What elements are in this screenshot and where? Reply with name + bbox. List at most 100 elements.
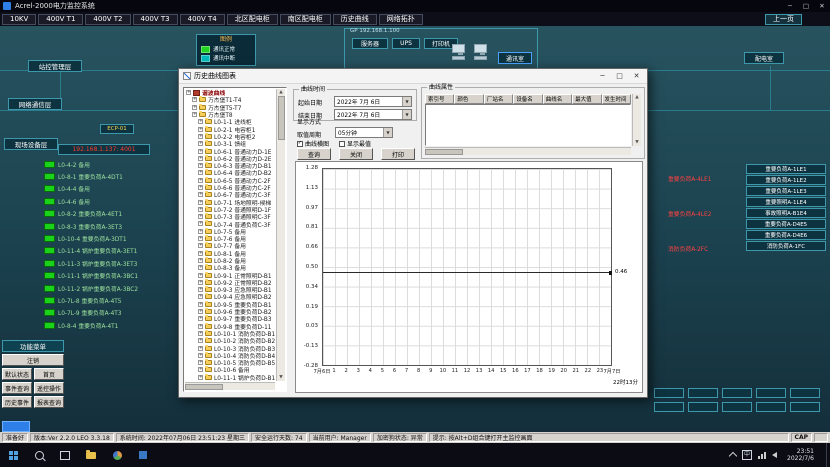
expander-icon[interactable]: +	[198, 207, 203, 212]
expander-icon[interactable]: +	[198, 375, 203, 380]
tab-历史曲线[interactable]: 历史曲线	[333, 14, 377, 25]
close-icon[interactable]: ✕	[814, 2, 830, 10]
minimize-icon[interactable]: ─	[782, 2, 798, 10]
menu-button-历史事件[interactable]: 历史事件	[2, 396, 32, 408]
action-button-查询[interactable]: 查询	[297, 148, 331, 160]
expander-icon[interactable]: +	[198, 200, 203, 205]
expander-icon[interactable]: +	[198, 324, 203, 329]
expander-icon[interactable]: +	[198, 331, 203, 336]
tab-10KV[interactable]: 10KV	[2, 14, 36, 25]
props-horizontal-scrollbar[interactable]	[425, 147, 631, 155]
tree-horizontal-scrollbar[interactable]	[185, 382, 275, 390]
chart-plot[interactable]	[322, 168, 612, 366]
network-icon[interactable]	[758, 452, 766, 459]
dialog-close-icon[interactable]: ✕	[628, 70, 645, 82]
expander-icon[interactable]: +	[192, 112, 197, 117]
scroll-down-icon[interactable]: ▼	[279, 374, 282, 381]
expander-icon[interactable]: +	[198, 221, 203, 226]
dropdown-arrow-icon[interactable]: ▼	[402, 110, 411, 119]
expander-icon[interactable]: +	[198, 178, 203, 183]
expander-icon[interactable]: +	[198, 265, 203, 270]
menu-button-默认状态[interactable]: 默认状态	[2, 368, 32, 380]
menu-accent-button[interactable]	[2, 421, 30, 432]
expander-icon[interactable]: +	[192, 105, 197, 110]
expander-icon[interactable]: +	[198, 280, 203, 285]
expander-icon[interactable]: +	[198, 141, 203, 146]
expander-icon[interactable]: +	[198, 338, 203, 343]
scroll-up-icon[interactable]: ▲	[279, 89, 282, 96]
expander-icon[interactable]: +	[198, 353, 203, 358]
volume-icon[interactable]	[772, 452, 777, 458]
column-header-索引号[interactable]: 索引号	[425, 94, 454, 104]
expander-icon[interactable]: +	[192, 97, 197, 102]
expander-icon[interactable]: +	[198, 367, 203, 372]
expander-icon[interactable]: +	[198, 149, 203, 154]
expander-icon[interactable]: +	[198, 273, 203, 278]
app-shortcut-icon[interactable]	[130, 443, 156, 467]
menu-button-报表查询[interactable]: 报表查询	[34, 396, 64, 408]
expander-icon[interactable]: +	[198, 287, 203, 292]
action-button-关闭[interactable]: 关闭	[339, 148, 373, 160]
period-combo[interactable]: 05分钟 ▼	[335, 127, 393, 138]
expander-icon[interactable]: +	[198, 309, 203, 314]
expander-icon[interactable]: +	[198, 127, 203, 132]
curve-overlay-checkbox[interactable]: ✓	[297, 141, 303, 147]
prev-page-button[interactable]: 上一页	[765, 14, 802, 25]
expander-icon[interactable]: +	[198, 346, 203, 351]
expander-icon[interactable]: +	[198, 251, 203, 256]
start-date-combo[interactable]: 2022年 7月 6日 ▼	[334, 96, 412, 107]
tree-vertical-scrollbar[interactable]: ▲ ▼	[276, 89, 285, 381]
expander-icon[interactable]: +	[198, 258, 203, 263]
scroll-thumb[interactable]	[425, 149, 463, 155]
dialog-titlebar[interactable]: 历史曲线图表 ─ □ ✕	[179, 69, 647, 84]
expander-icon[interactable]: +	[198, 229, 203, 234]
expander-icon[interactable]: +	[198, 170, 203, 175]
column-header-最大值[interactable]: 最大值	[572, 94, 601, 104]
column-header-发生时间[interactable]: 发生时间	[602, 94, 631, 104]
dialog-maximize-icon[interactable]: □	[611, 70, 628, 82]
props-vertical-scrollbar[interactable]: ▲ ▼	[632, 94, 641, 146]
tab-北区配电柜[interactable]: 北区配电柜	[227, 14, 278, 25]
expander-icon[interactable]: +	[198, 360, 203, 365]
expander-icon[interactable]: +	[198, 192, 203, 197]
scroll-up-icon[interactable]: ▲	[635, 94, 638, 101]
expander-icon[interactable]: +	[198, 119, 203, 124]
search-icon[interactable]	[26, 443, 52, 467]
dropdown-arrow-icon[interactable]: ▼	[383, 128, 392, 137]
menu-button-遥控操作[interactable]: 遥控操作	[34, 382, 64, 394]
tab-400V T4[interactable]: 400V T4	[180, 14, 225, 25]
expander-icon[interactable]: +	[198, 243, 203, 248]
dropdown-arrow-icon[interactable]: ▼	[402, 97, 411, 106]
start-button[interactable]	[0, 443, 26, 467]
expander-icon[interactable]: +	[198, 156, 203, 161]
column-header-颜色[interactable]: 颜色	[454, 94, 483, 104]
column-header-设备名[interactable]: 设备名	[513, 94, 542, 104]
task-view-icon[interactable]	[52, 443, 78, 467]
menu-button-首页[interactable]: 首页	[34, 368, 64, 380]
expander-icon[interactable]: +	[198, 316, 203, 321]
expander-icon[interactable]: +	[198, 185, 203, 190]
show-max-checkbox[interactable]	[339, 141, 345, 147]
menu-button-事件查询[interactable]: 事件查询	[2, 382, 32, 394]
scroll-thumb[interactable]	[278, 96, 285, 140]
taskbar-clock[interactable]: 23:51 2022/7/6	[787, 448, 814, 462]
scroll-down-icon[interactable]: ▼	[635, 139, 638, 146]
end-date-combo[interactable]: 2022年 7月 6日 ▼	[334, 109, 412, 120]
tab-400V T3[interactable]: 400V T3	[133, 14, 178, 25]
tab-网络拓扑[interactable]: 网络拓扑	[379, 14, 423, 25]
expander-icon[interactable]: +	[186, 90, 191, 95]
tray-expand-icon[interactable]	[730, 451, 736, 459]
scroll-thumb[interactable]	[185, 384, 223, 390]
expander-icon[interactable]: +	[198, 294, 203, 299]
maximize-icon[interactable]: □	[798, 2, 814, 10]
logout-button[interactable]: 注销	[2, 354, 64, 366]
expander-icon[interactable]: +	[198, 302, 203, 307]
tab-400V T1[interactable]: 400V T1	[38, 14, 83, 25]
expander-icon[interactable]: +	[198, 163, 203, 168]
expander-icon[interactable]: +	[198, 236, 203, 241]
tab-南区配电柜[interactable]: 南区配电柜	[280, 14, 331, 25]
show-desktop-button[interactable]	[826, 443, 830, 467]
ime-indicator[interactable]: 中	[742, 450, 752, 460]
props-table-body[interactable]	[425, 104, 631, 146]
expander-icon[interactable]: +	[198, 214, 203, 219]
